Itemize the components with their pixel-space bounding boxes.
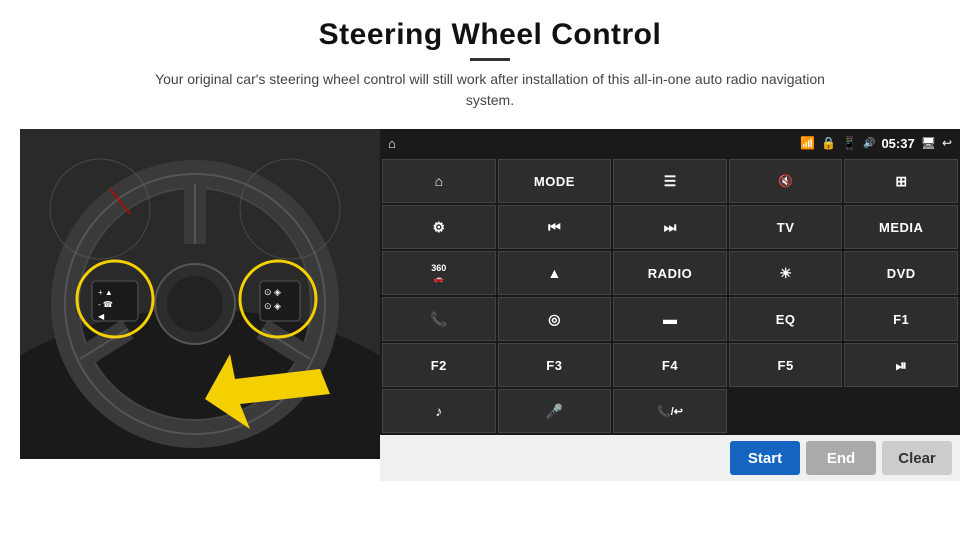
svg-text:- ☎: - ☎ xyxy=(98,300,113,309)
status-time: 05:37 xyxy=(881,136,914,151)
bt-icon: 🔊 xyxy=(863,138,875,149)
empty-btn-2 xyxy=(844,389,958,433)
start-button[interactable]: Start xyxy=(730,441,800,475)
prev-btn[interactable]: ⏮ xyxy=(498,205,612,249)
svg-text:⊙ ◈: ⊙ ◈ xyxy=(264,287,281,297)
screen-icon: 🖥 xyxy=(921,136,936,150)
wifi-icon: 📶 xyxy=(800,136,815,150)
apps-btn[interactable]: ⊞ xyxy=(844,159,958,203)
page-container: Steering Wheel Control Your original car… xyxy=(0,0,980,544)
eq-btn[interactable]: EQ xyxy=(729,297,843,341)
call-end-btn[interactable]: 📞/↩ xyxy=(613,389,727,433)
tv-btn[interactable]: TV xyxy=(729,205,843,249)
action-row: Start End Clear xyxy=(380,435,960,481)
wheel-image: + ▲ - ☎ ◀ ⊙ ◈ ⊙ ◈ xyxy=(20,129,380,459)
svg-text:+ ▲: + ▲ xyxy=(98,288,113,297)
music-btn[interactable]: ♪ xyxy=(382,389,496,433)
back-icon: ↩ xyxy=(942,136,952,150)
play-pause-btn[interactable]: ⏯ xyxy=(844,343,958,387)
svg-text:⊙ ◈: ⊙ ◈ xyxy=(264,301,281,311)
f2-btn[interactable]: F2 xyxy=(382,343,496,387)
button-grid: ⌂ MODE ☰ 🔇 ⊞ ⚙ ⏮ ⏭ TV MEDIA 360🚗 ▲ RADIO… xyxy=(380,157,960,435)
svg-text:◀: ◀ xyxy=(98,312,105,321)
f5-btn[interactable]: F5 xyxy=(729,343,843,387)
sim-icon: 📱 xyxy=(842,136,857,150)
end-button[interactable]: End xyxy=(806,441,876,475)
eject-btn[interactable]: ▲ xyxy=(498,251,612,295)
subtitle: Your original car's steering wheel contr… xyxy=(140,69,840,111)
settings-btn[interactable]: ⚙ xyxy=(382,205,496,249)
lock-icon: 🔒 xyxy=(821,136,836,150)
dvd-btn[interactable]: DVD xyxy=(844,251,958,295)
status-bar: ⌂ 📶 🔒 📱 🔊 05:37 🖥 ↩ xyxy=(380,129,960,157)
mic-btn[interactable]: 🎤 xyxy=(498,389,612,433)
screen-fit-btn[interactable]: ▬ xyxy=(613,297,727,341)
360-btn[interactable]: 360🚗 xyxy=(382,251,496,295)
brightness-btn[interactable]: ☀ xyxy=(729,251,843,295)
f4-btn[interactable]: F4 xyxy=(613,343,727,387)
clear-button[interactable]: Clear xyxy=(882,441,952,475)
mode-btn[interactable]: MODE xyxy=(498,159,612,203)
next-btn[interactable]: ⏭ xyxy=(613,205,727,249)
home-status-icon: ⌂ xyxy=(388,136,396,151)
title-section: Steering Wheel Control Your original car… xyxy=(140,18,840,123)
control-panel: ⌂ 📶 🔒 📱 🔊 05:37 🖥 ↩ ⌂ MODE ☰ 🔇 xyxy=(380,129,960,481)
f1-btn[interactable]: F1 xyxy=(844,297,958,341)
navi-btn[interactable]: ◎ xyxy=(498,297,612,341)
phone-btn[interactable]: 📞 xyxy=(382,297,496,341)
home-btn[interactable]: ⌂ xyxy=(382,159,496,203)
status-right: 📶 🔒 📱 🔊 05:37 🖥 ↩ xyxy=(800,136,952,151)
status-left: ⌂ xyxy=(388,136,396,151)
title-divider xyxy=(470,58,510,61)
page-title: Steering Wheel Control xyxy=(140,18,840,52)
f3-btn[interactable]: F3 xyxy=(498,343,612,387)
radio-btn[interactable]: RADIO xyxy=(613,251,727,295)
content-row: + ▲ - ☎ ◀ ⊙ ◈ ⊙ ◈ ⌂ xyxy=(20,129,960,481)
media-btn[interactable]: MEDIA xyxy=(844,205,958,249)
mute-btn[interactable]: 🔇 xyxy=(729,159,843,203)
empty-btn-1 xyxy=(729,389,843,433)
list-btn[interactable]: ☰ xyxy=(613,159,727,203)
